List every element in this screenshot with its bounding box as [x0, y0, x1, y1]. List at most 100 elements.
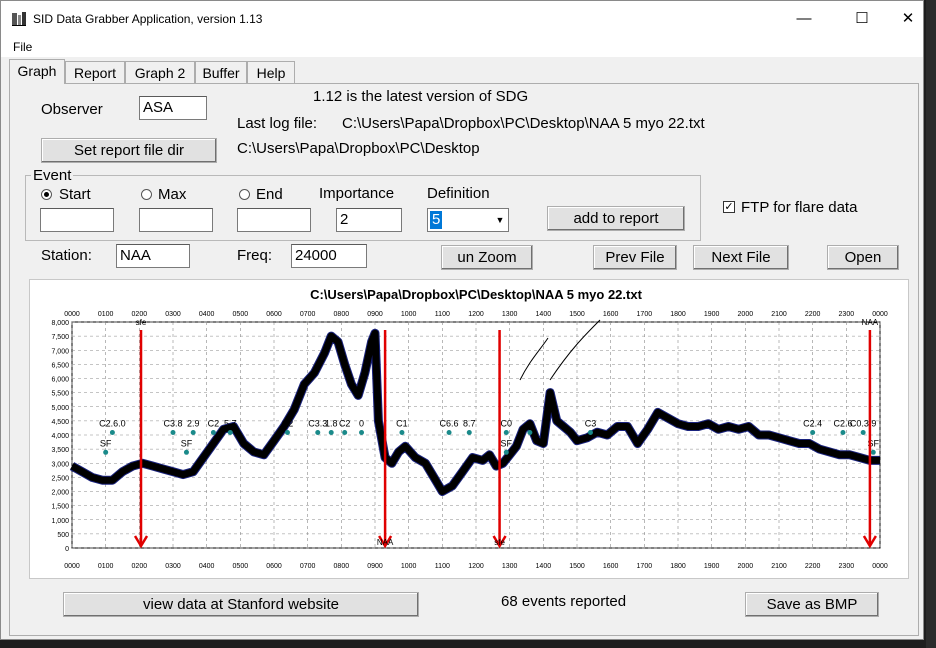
y-tick-label: 8,000	[51, 320, 69, 327]
add-to-report-button[interactable]: add to report	[547, 206, 685, 231]
event-marker-dot	[170, 430, 176, 436]
y-tick-label: 3,000	[51, 461, 69, 468]
app-icon	[12, 12, 26, 26]
desktop-background	[926, 0, 936, 648]
event-start-input[interactable]	[40, 208, 114, 232]
tab-help[interactable]: Help	[247, 61, 295, 83]
event-annotation: C2.6.0	[99, 419, 126, 429]
y-tick-label: 7,500	[51, 334, 69, 341]
x-tick-label-bottom: 1200	[468, 563, 484, 570]
radio-max-label: Max	[158, 186, 187, 203]
close-button[interactable]: ✕	[885, 1, 931, 37]
radio-end[interactable]	[239, 189, 250, 200]
ftp-checkbox[interactable]: ✓	[723, 201, 735, 213]
radio-start[interactable]	[41, 189, 52, 200]
last-log-path: C:\Users\Papa\Dropbox\PC\Desktop\NAA 5 m…	[342, 115, 705, 132]
x-tick-label-bottom: 2300	[839, 563, 855, 570]
latest-version-text: 1.12 is the latest version of SDG	[313, 88, 529, 105]
definition-select[interactable]: 5 ▼	[427, 208, 509, 232]
observer-input[interactable]: ASA	[139, 96, 207, 120]
x-tick-label-bottom: 1000	[401, 563, 417, 570]
event-end-input[interactable]	[237, 208, 311, 232]
x-tick-label-top: 0000	[872, 311, 888, 318]
y-tick-label: 2,000	[51, 490, 69, 497]
event-annotation: SF	[100, 438, 112, 448]
x-tick-label-bottom: 1400	[536, 563, 552, 570]
event-annotation: C3	[585, 419, 597, 429]
last-log-label: Last log file:	[237, 115, 318, 132]
y-tick-label: 2,500	[51, 475, 69, 482]
x-tick-label-bottom: 0300	[165, 563, 181, 570]
x-tick-label-bottom: 1800	[670, 563, 686, 570]
x-tick-label-top: 1600	[603, 311, 619, 318]
x-tick-label-top: 2300	[839, 311, 855, 318]
set-report-dir-button[interactable]: Set report file dir	[41, 138, 217, 163]
title-bar[interactable]: SID Data Grabber Application, version 1.…	[1, 1, 923, 37]
x-tick-label-top: 0000	[64, 311, 80, 318]
event-marker-dot	[446, 430, 452, 436]
x-tick-label-bottom: 0500	[233, 563, 249, 570]
event-marker-dot	[227, 430, 233, 436]
event-marker-dot	[870, 449, 876, 455]
event-marker-dot	[315, 430, 321, 436]
event-marker-dot	[466, 430, 472, 436]
x-tick-label-bottom: 0800	[334, 563, 350, 570]
tab-report[interactable]: Report	[65, 61, 125, 83]
event-annotation: SF	[181, 438, 193, 448]
tab-graph[interactable]: Graph	[9, 59, 65, 84]
x-tick-label-top: 0300	[165, 311, 181, 318]
x-tick-label-top: 0200	[132, 311, 148, 318]
maximize-button[interactable]: ☐	[839, 1, 885, 37]
prev-file-button[interactable]: Prev File	[593, 245, 677, 270]
event-annotation: 5.7	[224, 419, 237, 429]
x-tick-label-top: 1200	[468, 311, 484, 318]
x-tick-label-top: 0400	[199, 311, 215, 318]
event-annotation: C2	[208, 419, 220, 429]
radio-max[interactable]	[141, 189, 152, 200]
event-marker-dot	[190, 430, 196, 436]
event-annotation: C2.4	[803, 419, 822, 429]
event-marker-dot	[527, 430, 533, 436]
graph-area[interactable]: C:\Users\Papa\Dropbox\PC\Desktop\NAA 5 m…	[29, 279, 909, 579]
marker-label-bottom: sfe	[494, 538, 505, 547]
x-tick-label-top: 1100	[435, 311, 450, 318]
x-tick-label-top: 2000	[738, 311, 754, 318]
event-group-title: Event	[31, 167, 74, 184]
unzoom-button[interactable]: un Zoom	[441, 245, 533, 270]
x-tick-label-bottom: 1700	[637, 563, 653, 570]
definition-label: Definition	[427, 185, 490, 202]
x-tick-label-bottom: 0100	[98, 563, 114, 570]
tab-buffer[interactable]: Buffer	[195, 61, 247, 83]
marker-label-top: sfe	[136, 318, 147, 327]
x-tick-label-bottom: 0000	[64, 563, 80, 570]
x-tick-label-top: 0800	[334, 311, 350, 318]
event-marker-dot	[109, 430, 115, 436]
save-bmp-button[interactable]: Save as BMP	[745, 592, 879, 617]
menu-file[interactable]: File	[13, 40, 32, 54]
minimize-button[interactable]: —	[781, 1, 827, 37]
y-tick-label: 4,000	[51, 433, 69, 440]
event-annotation: C2	[339, 419, 351, 429]
freq-label: Freq:	[237, 247, 273, 264]
app-window: SID Data Grabber Application, version 1.…	[0, 0, 924, 640]
x-tick-label-bottom: 1500	[569, 563, 585, 570]
next-file-button[interactable]: Next File	[693, 245, 789, 270]
events-reported-count: 68 events reported	[501, 593, 627, 610]
y-tick-label: 1,000	[51, 518, 69, 525]
x-tick-label-bottom: 0200	[132, 563, 148, 570]
freq-input[interactable]: 24000	[291, 244, 367, 268]
event-marker-dot	[399, 430, 405, 436]
view-stanford-button[interactable]: view data at Stanford website	[63, 592, 419, 617]
radio-end-label: End	[256, 186, 283, 203]
importance-input[interactable]: 2	[336, 208, 402, 232]
tab-graph-2[interactable]: Graph 2	[125, 61, 195, 83]
signal-chart: C:\Users\Papa\Dropbox\PC\Desktop\NAA 5 m…	[51, 287, 888, 570]
event-annotation: 1.8	[325, 419, 338, 429]
station-input[interactable]: NAA	[116, 244, 190, 268]
chevron-down-icon[interactable]: ▼	[492, 209, 508, 231]
event-max-input[interactable]	[139, 208, 213, 232]
x-tick-label-top: 0600	[266, 311, 282, 318]
open-button[interactable]: Open	[827, 245, 899, 270]
x-tick-label-top: 2100	[771, 311, 787, 318]
event-marker-dot	[840, 430, 846, 436]
